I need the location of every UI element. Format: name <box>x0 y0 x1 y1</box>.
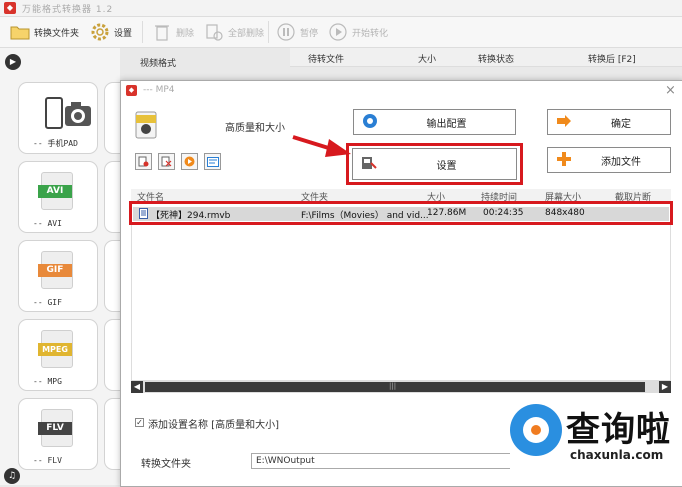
flv-file-icon: FLV <box>38 409 73 447</box>
mp4-file-icon <box>135 111 157 142</box>
pause-label: 暂停 <box>300 28 319 39</box>
format-card-mpg[interactable]: MPEG -- MPG <box>18 319 98 391</box>
scroll-right-icon[interactable]: ▶ <box>659 381 671 393</box>
scroll-grip-icon: ||| <box>389 382 397 390</box>
config-disc-icon <box>362 113 378 132</box>
settings-label: 设置 <box>436 160 457 172</box>
add-file-label: 添加文件 <box>601 156 641 168</box>
dialog-title: --- MP4 <box>143 85 175 95</box>
toolbar-divider <box>268 21 269 43</box>
format-card-label: -- MPG <box>33 377 62 386</box>
close-icon[interactable]: × <box>665 83 676 98</box>
format-card-label: -- AVI <box>33 219 62 228</box>
avi-file-icon: AVI <box>38 172 73 210</box>
red-arrow-annotation <box>292 135 351 157</box>
format-card-label: -- GIF <box>33 298 62 307</box>
film-settings-icon <box>361 155 377 174</box>
format-card-gif[interactable]: GIF -- GIF <box>18 240 98 312</box>
mpeg-band: MPEG <box>38 343 72 356</box>
format-card-phone[interactable]: -- 手机PAD <box>18 82 98 154</box>
toolbar-divider <box>142 21 143 43</box>
highlight-box-row <box>129 201 673 225</box>
play-icon <box>328 23 348 41</box>
delete-label: 删除 <box>176 28 195 39</box>
format-card-avi[interactable]: AVI -- AVI <box>18 161 98 233</box>
output-config-button[interactable]: 输出配置 <box>353 109 516 135</box>
app-logo-icon: ◆ <box>4 2 16 14</box>
format-card-label: -- 手机PAD <box>33 139 78 148</box>
delete-all-icon <box>204 23 224 41</box>
add-setting-label: 添加设置名称 [高质量和大小] <box>148 420 279 431</box>
format-panel: ▶ -- 手机PAD AVI -- AVI GIF -- GIF MPEG --… <box>0 48 130 485</box>
output-config-label: 输出配置 <box>426 118 467 130</box>
output-folder-input[interactable]: E:\WNOutput <box>251 453 523 469</box>
settings-button[interactable]: 设置 <box>352 148 517 180</box>
folder-icon <box>10 23 30 41</box>
watermark-logo-icon <box>510 404 562 456</box>
dialog-logo-icon: ◆ <box>126 85 137 96</box>
file-table-body <box>131 203 671 381</box>
col-size[interactable]: 大小 <box>418 52 436 65</box>
horizontal-scrollbar[interactable]: ◀ ||| ▶ <box>131 381 671 393</box>
delete-button[interactable]: 删除 <box>152 21 194 43</box>
watermark-url: chaxunla.com <box>570 448 664 462</box>
plus-icon <box>556 151 572 170</box>
convert-folder-button[interactable]: 转换文件夹 <box>10 21 79 43</box>
flv-band: FLV <box>38 422 72 435</box>
preview-icon[interactable] <box>181 153 198 170</box>
col-status[interactable]: 转换状态 <box>478 52 514 65</box>
add-file-button[interactable]: 添加文件 <box>547 147 671 173</box>
play-icon[interactable]: ▶ <box>5 54 21 70</box>
convert-folder-label: 转换文件夹 <box>34 28 80 39</box>
info-icon[interactable] <box>204 153 221 170</box>
delete-all-button[interactable]: 全部删除 <box>204 21 264 43</box>
add-item-icon[interactable] <box>135 153 152 170</box>
start-convert-button[interactable]: 开始转化 <box>328 21 388 43</box>
phone-camera-icon <box>45 97 93 134</box>
settings-button[interactable]: 设置 <box>90 21 132 43</box>
music-icon[interactable]: ♫ <box>4 468 20 484</box>
remove-item-icon[interactable] <box>158 153 175 170</box>
scroll-left-icon[interactable]: ◀ <box>131 381 143 393</box>
gear-icon <box>90 23 110 41</box>
avi-band: AVI <box>38 185 72 198</box>
pause-icon <box>276 23 296 41</box>
app-title: 万能格式转换器 1.2 <box>22 5 114 15</box>
col-pending-file[interactable]: 待转文件 <box>308 52 344 65</box>
start-convert-label: 开始转化 <box>352 28 389 39</box>
format-card-flv[interactable]: FLV -- FLV <box>18 398 98 470</box>
mpeg-file-icon: MPEG <box>38 330 73 368</box>
arrow-right-icon <box>556 114 572 131</box>
watermark-text: 查询啦 <box>566 410 671 450</box>
watermark: 查询啦 chaxunla.com <box>510 398 682 472</box>
dialog-title-bar: ◆ --- MP4 × <box>121 81 682 101</box>
ok-label: 确定 <box>611 118 631 130</box>
output-folder-label: 转换文件夹 <box>141 459 191 470</box>
format-card-label: -- FLV <box>33 456 62 465</box>
video-format-label: 视频格式 <box>140 59 177 69</box>
ok-button[interactable]: 确定 <box>547 109 671 135</box>
file-list-header: 待转文件 大小 转换状态 转换后 [F2] <box>290 48 682 67</box>
title-bar: ◆ 万能格式转换器 1.2 <box>0 0 682 17</box>
gif-band: GIF <box>38 264 72 277</box>
quality-label: 高质量和大小 <box>225 123 285 134</box>
settings-label: 设置 <box>114 28 133 39</box>
delete-all-label: 全部删除 <box>228 28 265 39</box>
watermark-logo-dot <box>531 425 541 435</box>
gif-file-icon: GIF <box>38 251 73 289</box>
pause-button[interactable]: 暂停 <box>276 21 318 43</box>
trash-icon <box>152 23 172 41</box>
toolbar: 转换文件夹 设置 删除 全部删除 暂停 开始转化 <box>0 17 682 48</box>
add-setting-checkbox[interactable]: ✓ <box>135 418 144 427</box>
col-convert-to[interactable]: 转换后 [F2] <box>588 52 636 65</box>
